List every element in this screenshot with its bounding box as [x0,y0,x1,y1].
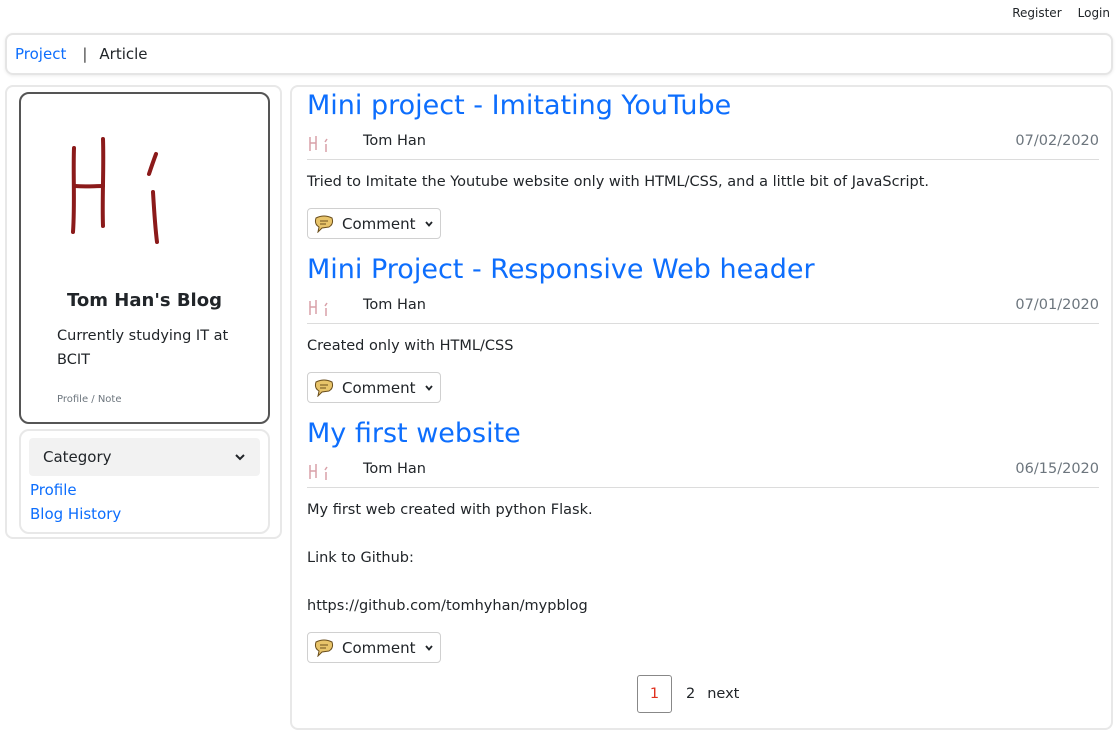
post-item: Mini project - Imitating YouTube Tom Han… [307,90,1099,239]
blog-description: Currently studying IT at BCIT [57,328,229,368]
post-list: Mini project - Imitating YouTube Tom Han… [290,85,1113,730]
post-item: My first website Tom Han 06/15/2020 My f… [307,418,1099,663]
sidebar: Tom Han's Blog Currently studying IT at … [5,85,282,539]
post-date: 07/01/2020 [1015,297,1099,313]
profile-note: Profile / Note [57,394,122,405]
nav-project-link[interactable]: Project [15,45,66,63]
post-body-line: My first web created with python Flask. [307,502,593,518]
register-link[interactable]: Register [1012,6,1061,20]
nav-article-link[interactable]: Article [99,45,147,63]
top-auth-bar: Register Login [1012,6,1110,20]
post-body-line: Link to Github: [307,550,414,566]
post-body-blank [307,570,1099,594]
author-avatar-icon [309,300,328,316]
category-link-profile[interactable]: Profile [30,481,77,499]
post-author: Tom Han [363,461,426,477]
post-body-blank [307,522,1099,546]
comment-button[interactable]: Comment [307,372,441,403]
comment-bubble-icon [314,379,334,397]
post-body-line: Tried to Imitate the Youtube website onl… [307,174,930,190]
chevron-down-icon [424,644,433,651]
comment-button[interactable]: Comment [307,208,441,239]
comment-label: Comment [342,214,416,233]
author-avatar-icon [309,136,328,152]
page-2-link[interactable]: 2 [686,686,695,702]
post-author: Tom Han [363,133,426,149]
chevron-down-icon [424,220,433,227]
category-link-blog-history[interactable]: Blog History [30,505,121,523]
post-title[interactable]: Mini project - Imitating YouTube [307,90,1099,122]
post-title[interactable]: My first website [307,418,1099,450]
post-date: 07/02/2020 [1015,133,1099,149]
post-title[interactable]: Mini Project - Responsive Web header [307,254,1099,286]
next-page-link[interactable]: next [707,686,739,702]
comment-button[interactable]: Comment [307,632,441,663]
post-meta: Tom Han 06/15/2020 [307,452,1099,488]
comment-bubble-icon [314,215,334,233]
category-label: Category [43,448,112,466]
post-body: My first web created with python Flask. … [307,498,1099,618]
blog-title: Tom Han's Blog [67,290,222,311]
post-item: Mini Project - Responsive Web header Tom… [307,254,1099,403]
hi-logo-icon [71,137,159,244]
post-meta: Tom Han 07/01/2020 [307,288,1099,324]
comment-label: Comment [342,638,416,657]
login-link[interactable]: Login [1078,6,1110,20]
comment-bubble-icon [314,639,334,657]
post-body-line: Created only with HTML/CSS [307,338,514,354]
post-author: Tom Han [363,297,426,313]
chevron-down-icon [235,454,245,461]
pagination: 1 2 next [637,675,739,713]
category-dropdown[interactable]: Category [29,438,260,476]
post-body: Created only with HTML/CSS [307,334,1099,358]
profile-card: Tom Han's Blog Currently studying IT at … [19,92,270,424]
post-date: 06/15/2020 [1015,461,1099,477]
chevron-down-icon [424,384,433,391]
category-card: Category Profile Blog History [19,429,270,534]
post-meta: Tom Han 07/02/2020 [307,124,1099,160]
page-1-button[interactable]: 1 [637,675,672,713]
main-nav: Project | Article [5,33,1113,75]
comment-label: Comment [342,378,416,397]
github-link[interactable]: https://github.com/tomhyhan/mypblog [307,594,1099,618]
nav-separator: | [82,45,88,63]
post-body: Tried to Imitate the Youtube website onl… [307,170,1099,194]
author-avatar-icon [309,464,328,480]
